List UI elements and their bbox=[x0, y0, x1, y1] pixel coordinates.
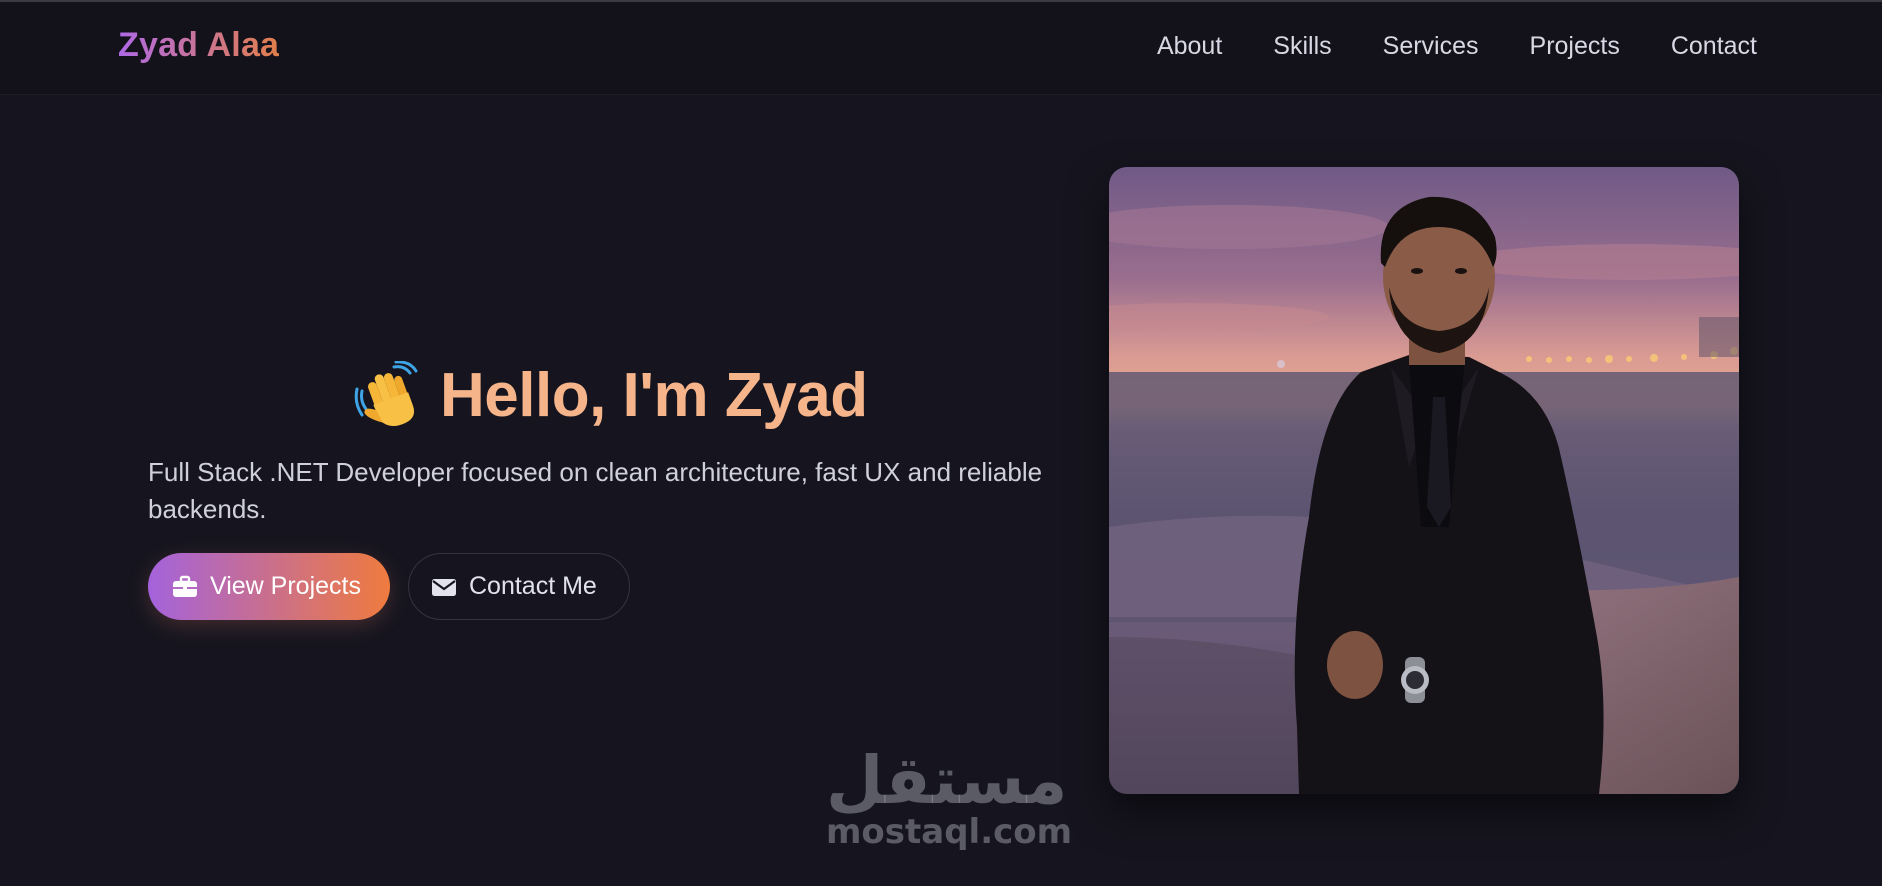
envelope-icon bbox=[431, 574, 457, 600]
view-projects-button[interactable]: View Projects bbox=[148, 553, 390, 620]
waving-hand-icon bbox=[354, 359, 424, 431]
contact-me-label: Contact Me bbox=[469, 572, 597, 600]
watermark-arabic-text: مستقل bbox=[826, 742, 1068, 819]
nav-links: About Skills Services Projects Contact bbox=[1157, 32, 1757, 61]
contact-me-button[interactable]: Contact Me bbox=[408, 553, 630, 620]
page: Zyad Alaa About Skills Services Projects… bbox=[0, 0, 1882, 886]
hero-subtitle: Full Stack .NET Developer focused on cle… bbox=[148, 457, 1043, 524]
briefcase-icon bbox=[172, 574, 198, 600]
nav-item-services[interactable]: Services bbox=[1383, 32, 1479, 61]
hero-heading: Hello, I'm Zyad bbox=[440, 361, 868, 430]
view-projects-label: View Projects bbox=[210, 572, 361, 600]
nav-item-about[interactable]: About bbox=[1157, 32, 1222, 61]
nav-item-skills[interactable]: Skills bbox=[1273, 32, 1331, 61]
brand-logo[interactable]: Zyad Alaa bbox=[118, 26, 279, 65]
portrait-photo bbox=[1109, 167, 1739, 794]
nav-item-projects[interactable]: Projects bbox=[1530, 32, 1620, 61]
nav-item-contact[interactable]: Contact bbox=[1671, 32, 1757, 61]
navbar: Zyad Alaa About Skills Services Projects… bbox=[0, 2, 1882, 95]
hero-title: Hello, I'm Zyad bbox=[354, 359, 868, 431]
mostaql-watermark: مستقل mostaql.com bbox=[826, 742, 1073, 852]
watermark-latin-text: mostaql.com bbox=[826, 812, 1073, 852]
